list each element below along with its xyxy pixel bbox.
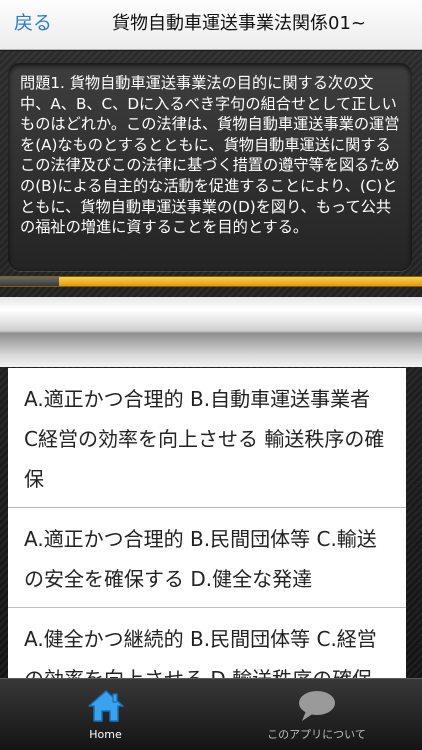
decorative-panel: [0, 297, 422, 367]
tab-home[interactable]: Home: [0, 679, 211, 750]
question-text: 問題1. 貨物自動車運送事業法の目的に関する次の文中、A、B、C、Dに入るべき字…: [20, 74, 400, 237]
main-content: 問題1. 貨物自動車運送事業法の目的に関する次の文中、A、B、C、Dに入るべき字…: [0, 51, 422, 678]
tab-bar: Home このアプリについて: [0, 678, 422, 750]
answer-option-3[interactable]: A.健全かつ継続的 B.民間団体等 C.経営の効率を向上させる D.輸送秩序の確…: [8, 608, 406, 678]
tab-about-app[interactable]: このアプリについて: [211, 679, 422, 750]
home-icon: [0, 689, 211, 723]
answer-list: A.適正かつ合理的 B.自動車運送事業者 C経営の効率を向上させる 輸送秩序の確…: [8, 368, 406, 678]
progress-bar: [0, 276, 422, 287]
page-title: 貨物自動車運送事業法関係01~: [112, 13, 366, 34]
progress-fill: [0, 277, 60, 286]
speech-bubble-icon: [211, 689, 422, 723]
back-button[interactable]: 戻る: [14, 9, 52, 37]
tab-home-label: Home: [89, 728, 122, 741]
tab-about-label: このアプリについて: [267, 728, 366, 741]
answer-option-2[interactable]: A.適正かつ合理的 B.民間団体等 C.輸送の安全を確保する D.健全な発達: [8, 508, 406, 608]
question-card: 問題1. 貨物自動車運送事業法の目的に関する次の文中、A、B、C、Dに入るべき字…: [8, 63, 412, 271]
answer-option-1[interactable]: A.適正かつ合理的 B.自動車運送事業者 C経営の効率を向上させる 輸送秩序の確…: [8, 368, 406, 508]
navigation-bar: 戻る 貨物自動車運送事業法関係01~: [0, 0, 422, 50]
